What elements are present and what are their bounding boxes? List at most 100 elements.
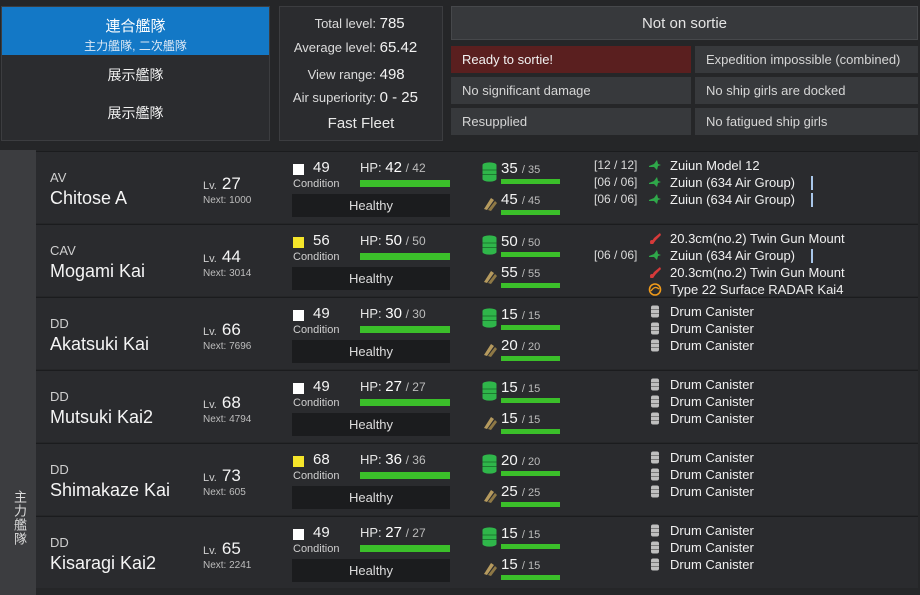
ship-type: AV: [50, 170, 67, 185]
drum-icon: [648, 524, 662, 537]
ammo-value: 15: [501, 410, 518, 427]
fleet-tab-label: 主力艦隊: [0, 150, 36, 595]
equipment-name: Drum Canister: [670, 484, 754, 499]
level-value: 66: [221, 320, 241, 339]
level-value: 27: [221, 174, 241, 193]
next-value: 1000: [229, 195, 252, 206]
fleet-button-1[interactable]: 展示艦隊: [2, 55, 269, 93]
proficiency-marker: [811, 176, 813, 190]
next-value: 4794: [229, 414, 252, 425]
ship-row[interactable]: CAV Mogami Kai Lv. 44 Next: 3014 56 Cond…: [36, 224, 918, 297]
equipment-name: 20.3cm(no.2) Twin Gun Mount: [670, 231, 845, 246]
slot-plane-count: [06 / 06]: [594, 192, 638, 206]
fuel-bar: [501, 398, 560, 403]
hp-bar: [360, 253, 450, 260]
fuel-max: / 20: [521, 456, 541, 468]
fuel-value: 35: [501, 160, 518, 177]
slot-plane-count: [06 / 06]: [594, 175, 638, 189]
slot-plane-count: [06 / 06]: [594, 248, 638, 262]
equipment-name: Drum Canister: [670, 450, 754, 465]
ammo-bar: [501, 356, 560, 361]
equipment-name: Drum Canister: [670, 540, 754, 555]
drum-icon: [648, 339, 662, 352]
health-status: Healthy: [292, 486, 450, 509]
status-panel: Not on sortie Ready to sortie! Expeditio…: [451, 6, 918, 141]
drum-icon: [648, 541, 662, 554]
fleet-button-2[interactable]: 展示艦隊: [2, 93, 269, 131]
equipment-name: Zuiun (634 Air Group): [670, 192, 796, 207]
ammo-bar: [501, 429, 560, 434]
total-level-row: Total level: 785: [280, 15, 442, 32]
ammo-max: / 20: [521, 341, 541, 353]
fuel-bar: [501, 179, 560, 184]
level-value: 44: [221, 247, 241, 266]
ship-row[interactable]: AV Chitose A Lv. 27 Next: 1000 49 Condit…: [36, 151, 918, 223]
hp-bar: [360, 326, 450, 333]
ship-row[interactable]: DD Shimakaze Kai Lv. 73 Next: 605 68 Con…: [36, 443, 918, 515]
fuel-max: / 15: [521, 383, 541, 395]
fuel-readout: 35 / 35: [501, 160, 540, 177]
next-exp: Next: 7696: [203, 341, 251, 352]
hp-readout: HP: 27 / 27: [360, 524, 426, 541]
ammo-max: / 55: [521, 268, 541, 280]
equipment-name: 20.3cm(no.2) Twin Gun Mount: [670, 265, 845, 280]
ship-row[interactable]: DD Mutsuki Kai2 Lv. 68 Next: 4794 49 Con…: [36, 370, 918, 442]
condition-label: Condition: [293, 543, 340, 555]
total-level-value: 785: [379, 15, 405, 32]
next-label: Next:: [203, 487, 227, 498]
equipment-name: Drum Canister: [670, 377, 754, 392]
next-exp: Next: 605: [203, 487, 246, 498]
combined-fleet-button[interactable]: 連合艦隊 主力艦隊, 二次艦隊: [2, 7, 269, 55]
status-badge-resupplied: Resupplied: [451, 108, 691, 135]
drum-icon: [648, 468, 662, 481]
level-label: Lv.: [203, 472, 217, 484]
ammo-icon: [482, 414, 498, 430]
ship-row[interactable]: DD Akatsuki Kai Lv. 66 Next: 7696 49 Con…: [36, 297, 918, 369]
fuel-bar: [501, 471, 560, 476]
next-value: 2241: [229, 560, 252, 571]
hp-max: / 30: [405, 307, 426, 321]
ship-name: Mutsuki Kai2: [50, 407, 154, 427]
hp-label: HP:: [360, 379, 382, 394]
equipment-name: Drum Canister: [670, 557, 754, 572]
fuel-readout: 15 / 15: [501, 379, 540, 396]
gun-mount-icon: [648, 232, 662, 245]
ship-level: Lv. 44: [203, 247, 241, 267]
level-label: Lv.: [203, 326, 217, 338]
status-badge-docked: No ship girls are docked: [695, 77, 918, 104]
health-status: Healthy: [292, 340, 450, 363]
ammo-max: / 15: [521, 414, 541, 426]
ship-level: Lv. 65: [203, 539, 241, 559]
next-exp: Next: 2241: [203, 560, 251, 571]
drum-icon: [648, 305, 662, 318]
average-level-label: Average level:: [293, 40, 376, 55]
equipment-name: Zuiun Model 12: [670, 158, 760, 173]
condition-label: Condition: [293, 178, 340, 190]
ammo-max: / 25: [521, 487, 541, 499]
gun-mount-icon: [648, 266, 662, 279]
level-value: 68: [221, 393, 241, 412]
ship-type: DD: [50, 389, 69, 404]
drum-icon: [648, 558, 662, 571]
next-label: Next:: [203, 268, 227, 279]
next-label: Next:: [203, 414, 227, 425]
fuel-readout: 15 / 15: [501, 525, 540, 542]
ammo-icon: [482, 268, 498, 284]
hp-bar: [360, 545, 450, 552]
hp-value: 50: [385, 232, 402, 249]
fuel-bar: [501, 252, 560, 257]
fleet-summary: Total level: 785 Average level: 65.42 Vi…: [279, 6, 443, 141]
ammo-max: / 15: [521, 560, 541, 572]
hp-readout: HP: 36 / 36: [360, 451, 426, 468]
hp-readout: HP: 42 / 42: [360, 159, 426, 176]
seaplane-icon: [648, 159, 662, 172]
fuel-value: 15: [501, 306, 518, 323]
condition-indicator: [293, 529, 304, 540]
next-label: Next:: [203, 560, 227, 571]
total-level-label: Total level:: [314, 16, 376, 31]
ship-row[interactable]: DD Kisaragi Kai2 Lv. 65 Next: 2241 49 Co…: [36, 516, 918, 588]
next-exp: Next: 1000: [203, 195, 251, 206]
condition-value: 49: [313, 378, 330, 395]
equipment-name: Drum Canister: [670, 304, 754, 319]
condition-label: Condition: [293, 470, 340, 482]
